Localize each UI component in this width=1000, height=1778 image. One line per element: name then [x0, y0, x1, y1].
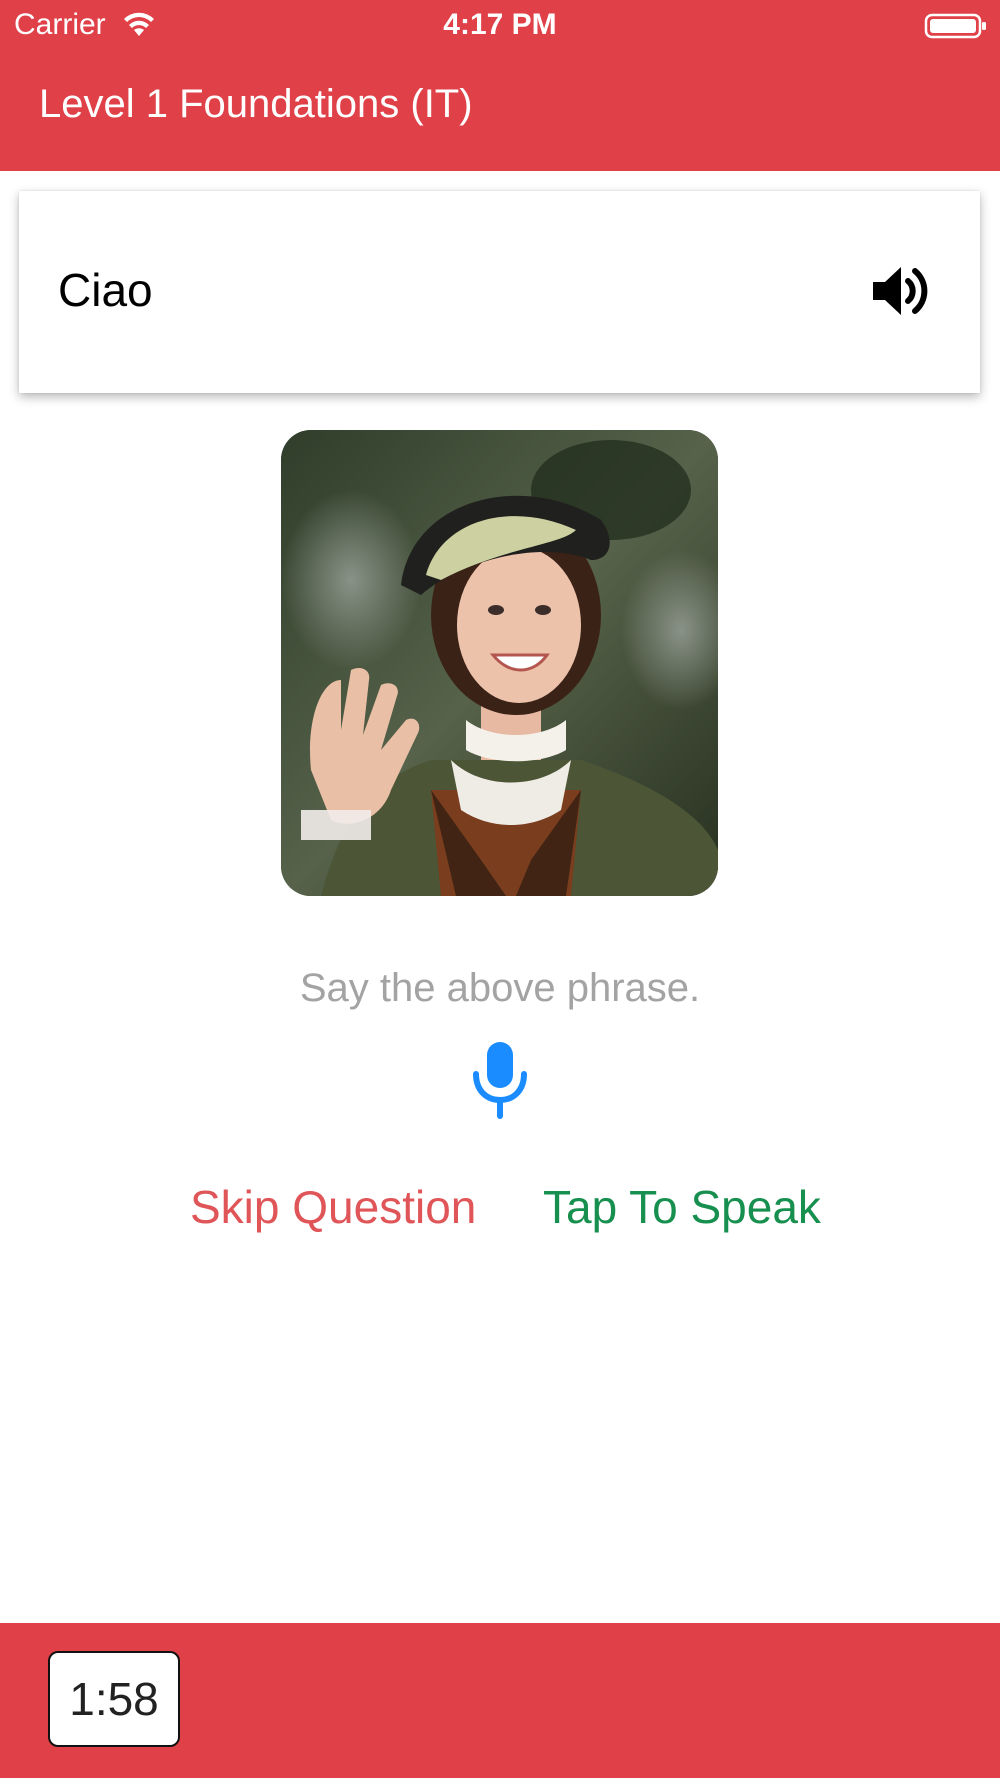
phrase-text: Ciao [58, 264, 153, 316]
timer-display: 1:58 [48, 1651, 180, 1747]
status-time: 4:17 PM [443, 8, 557, 41]
tap-to-speak-button[interactable]: Tap To Speak [543, 1180, 821, 1234]
action-row: Skip Question Tap To Speak [0, 1180, 1000, 1240]
app-screen: Carrier 4:17 PM Level 1 Foundations (IT)… [0, 0, 1000, 1778]
woman-waving-photo [281, 430, 718, 896]
app-header: Carrier 4:17 PM Level 1 Foundations (IT) [0, 0, 1000, 171]
battery-icon [924, 13, 986, 39]
microphone-icon[interactable] [470, 1040, 530, 1120]
photo-illustration [281, 430, 718, 896]
bottom-bar: 1:58 [0, 1623, 1000, 1778]
instruction-text: Say the above phrase. [299, 966, 701, 1010]
phrase-card: Ciao [19, 191, 980, 393]
speaker-icon[interactable] [867, 259, 931, 323]
status-bar: Carrier 4:17 PM [0, 0, 1000, 50]
page-title: Level 1 Foundations (IT) [39, 82, 473, 126]
skip-question-button[interactable]: Skip Question [190, 1180, 476, 1234]
